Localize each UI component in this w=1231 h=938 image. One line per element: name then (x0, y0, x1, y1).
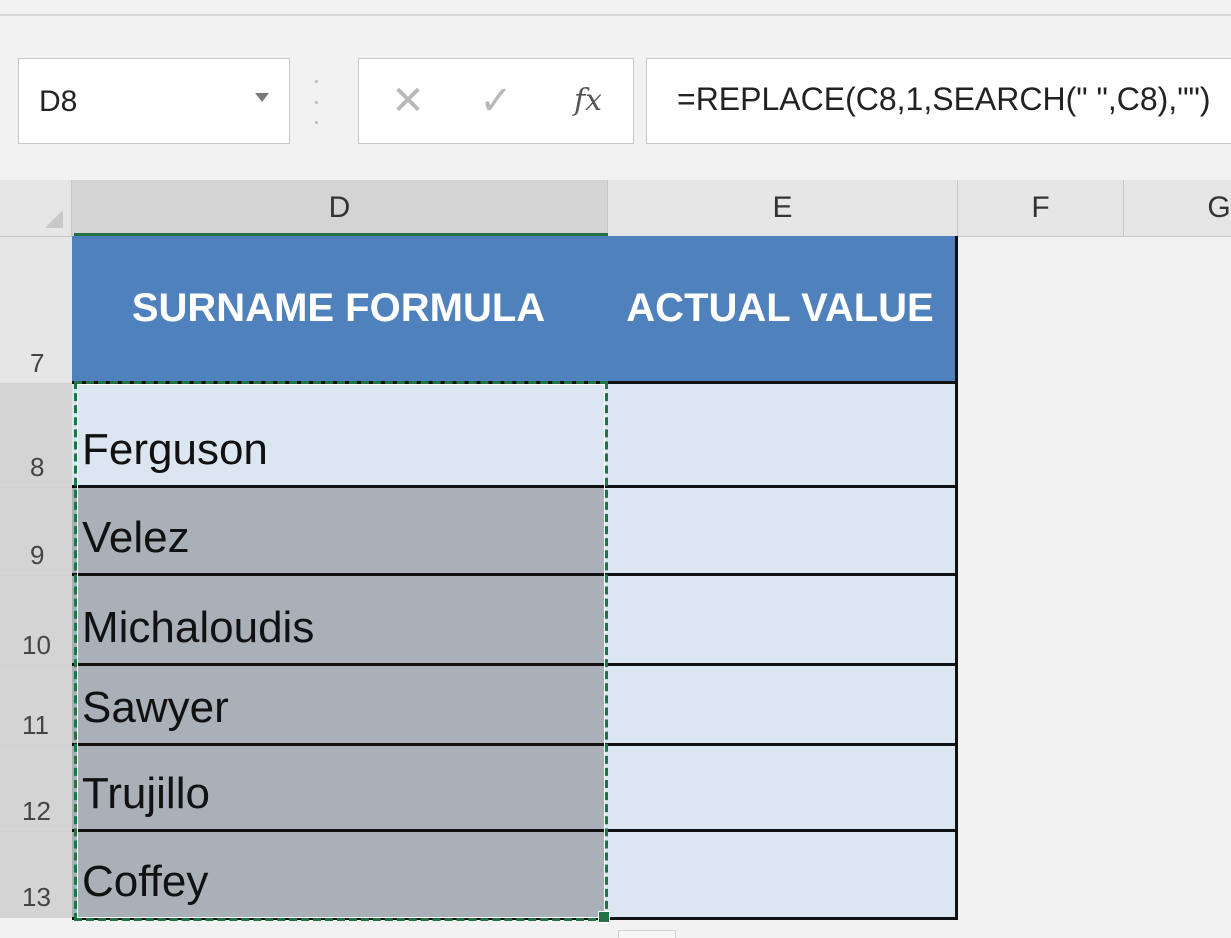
row-header-11[interactable]: 11 (0, 666, 72, 746)
cancel-icon[interactable]: ✕ (383, 77, 433, 125)
copy-selection-marquee (74, 381, 608, 921)
formula-input[interactable]: =REPLACE(C8,1,SEARCH(" ",C8),"") (646, 58, 1231, 144)
column-header-g[interactable]: G (1124, 180, 1231, 236)
row-number: 11 (22, 710, 49, 740)
ribbon-divider (0, 14, 1231, 16)
fill-handle[interactable] (598, 911, 610, 923)
row-header-9[interactable]: 9 (0, 488, 72, 576)
select-all-corner[interactable] (0, 180, 72, 236)
column-header-e[interactable]: E (608, 180, 958, 236)
row-header-8[interactable]: 8 (0, 384, 72, 488)
cell-e13[interactable] (605, 832, 958, 920)
row-number: 12 (22, 796, 51, 826)
row-number: 13 (22, 882, 51, 912)
column-header-f[interactable]: F (958, 180, 1124, 236)
cell-e12[interactable] (605, 746, 958, 832)
row-header-10[interactable]: 10 (0, 576, 72, 666)
name-box[interactable]: D8 (18, 58, 290, 144)
formula-text: =REPLACE(C8,1,SEARCH(" ",C8),"") (677, 81, 1211, 117)
row-header-7[interactable]: 7 (0, 237, 72, 384)
formula-bar-splitter[interactable] (314, 80, 318, 124)
row-number: 10 (22, 630, 51, 660)
row-number: 9 (30, 540, 45, 570)
table-header-surname-formula[interactable]: SURNAME FORMULA (72, 236, 608, 384)
insert-function-icon[interactable]: fx (563, 77, 613, 125)
row-header-12[interactable]: 12 (0, 746, 72, 832)
cell-e8[interactable] (605, 384, 958, 488)
column-header-d[interactable]: D (72, 180, 608, 236)
cell-e10[interactable] (605, 576, 958, 666)
row-number: 7 (30, 348, 45, 378)
row-header-13[interactable]: 13 (0, 832, 72, 918)
cell-e11[interactable] (605, 666, 958, 746)
chevron-down-icon[interactable] (255, 93, 269, 102)
name-box-value: D8 (39, 85, 78, 118)
enter-icon[interactable]: ✓ (471, 77, 521, 125)
select-all-icon (45, 210, 63, 228)
table-header-actual-value[interactable]: ACTUAL VALUE (605, 236, 958, 384)
cell-e9[interactable] (605, 488, 958, 576)
row-number: 8 (30, 452, 45, 482)
formula-bar-buttons: ✕ ✓ fx (358, 58, 634, 144)
